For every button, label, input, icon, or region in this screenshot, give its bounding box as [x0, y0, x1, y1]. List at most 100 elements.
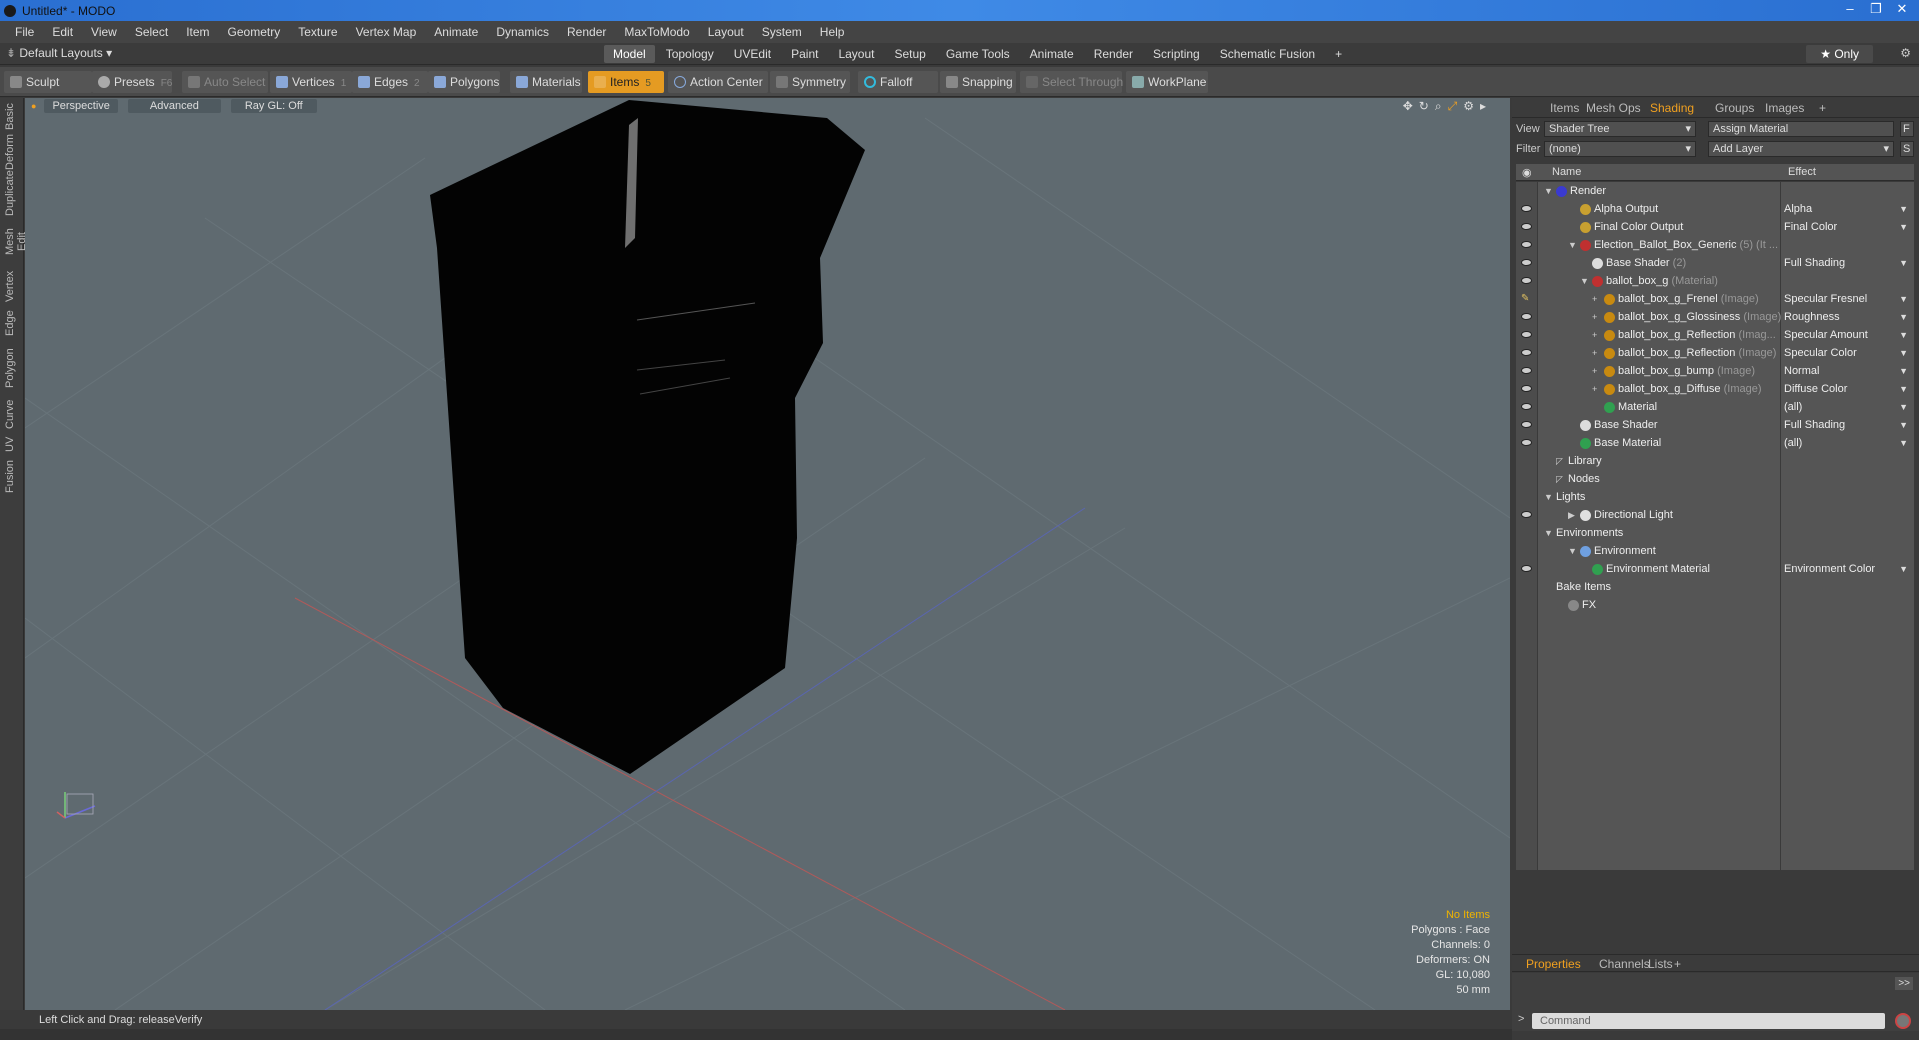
f-button[interactable]: F [1900, 121, 1914, 137]
menu-texture[interactable]: Texture [289, 25, 346, 39]
expand-toggle-icon[interactable]: ▼ [1544, 488, 1553, 506]
visibility-eye-icon[interactable] [1521, 223, 1532, 230]
effect-dropdown[interactable]: Full Shading ▼ [1784, 416, 1910, 434]
stop-icon[interactable] [1895, 1013, 1911, 1029]
tree-row[interactable]: + ballot_box_g_Reflection (Image) Specular… [1516, 344, 1914, 362]
left-tab-vertex[interactable]: Vertex [4, 268, 20, 304]
assign-material-field[interactable]: Assign Material [1708, 121, 1894, 137]
expand-toggle-icon[interactable]: ◸ [1556, 452, 1563, 470]
items-button[interactable]: Items 5 [588, 71, 664, 93]
expand-toggle-icon[interactable]: + [1592, 362, 1597, 380]
select-through-button[interactable]: Select Through [1020, 71, 1123, 93]
tree-row[interactable]: ◸ Nodes [1516, 470, 1914, 488]
visibility-eye-icon[interactable] [1521, 277, 1532, 284]
menu-render[interactable]: Render [558, 25, 615, 39]
visibility-eye-icon[interactable] [1521, 313, 1532, 320]
effect-dropdown[interactable]: Specular Fresnel ▼ [1784, 290, 1910, 308]
tree-row[interactable]: Final Color Output Final Color ▼ [1516, 218, 1914, 236]
left-tab-mesh-edit[interactable]: Mesh Edit [4, 218, 28, 266]
tab-add[interactable]: + [1326, 45, 1351, 63]
panel-tab-images[interactable]: Images [1765, 101, 1804, 115]
tree-row[interactable]: Base Material (all) ▼ [1516, 434, 1914, 452]
tree-row[interactable]: ✎ + ballot_box_g_Frenel (Image) Specular Fr… [1516, 290, 1914, 308]
menu-edit[interactable]: Edit [43, 25, 82, 39]
tree-row[interactable]: ▼ Environments [1516, 524, 1914, 542]
tree-row[interactable]: + ballot_box_g_Diffuse (Image) Diffuse Col… [1516, 380, 1914, 398]
left-tab-edge[interactable]: Edge [4, 306, 20, 340]
expand-toggle-icon[interactable]: ▼ [1580, 272, 1589, 290]
tree-row[interactable]: ▼ Render [1516, 182, 1914, 200]
layouts-dropdown[interactable]: ⇟ Default Layouts ▾ [6, 46, 112, 60]
menu-item[interactable]: Item [177, 25, 218, 39]
left-tab-duplicate[interactable]: Duplicate [4, 170, 20, 216]
panel-tab-add[interactable]: + [1819, 101, 1826, 115]
prop-tab-channels[interactable]: Channels [1599, 957, 1650, 971]
tree-row[interactable]: + ballot_box_g_Glossiness (Image) Roughnes… [1516, 308, 1914, 326]
left-tab-fusion[interactable]: Fusion [4, 456, 20, 496]
tree-row[interactable]: ▼ Lights [1516, 488, 1914, 506]
tab-schematic-fusion[interactable]: Schematic Fusion [1211, 45, 1324, 63]
materials-button[interactable]: Materials [510, 71, 582, 93]
tab-game-tools[interactable]: Game Tools [937, 45, 1019, 63]
perspective-button[interactable]: Perspective [44, 99, 118, 113]
tab-topology[interactable]: Topology [657, 45, 723, 63]
header-eye-icon[interactable]: ◉ [1522, 166, 1532, 179]
effect-dropdown[interactable]: Specular Amount ▼ [1784, 326, 1910, 344]
effect-dropdown[interactable]: Normal ▼ [1784, 362, 1910, 380]
tab-layout[interactable]: Layout [829, 45, 883, 63]
visibility-eye-icon[interactable] [1521, 565, 1532, 572]
tree-row[interactable]: ▶ Directional Light [1516, 506, 1914, 524]
zoom-view-icon[interactable]: ⌕ [1435, 99, 1448, 113]
expand-toggle-icon[interactable]: + [1592, 308, 1597, 326]
snapping-button[interactable]: Snapping [940, 71, 1016, 93]
viewport-settings-icon[interactable]: ⚙ [1463, 99, 1480, 113]
prop-tab-properties[interactable]: Properties [1526, 957, 1581, 971]
tree-row[interactable]: Base Shader Full Shading ▼ [1516, 416, 1914, 434]
presets-button[interactable]: Presets F6 [92, 71, 172, 93]
panel-tab-items[interactable]: Items [1550, 101, 1579, 115]
expand-toggle-icon[interactable]: ▼ [1544, 524, 1553, 542]
expand-toggle-icon[interactable]: ▼ [1544, 182, 1553, 200]
visibility-eye-icon[interactable] [1521, 205, 1532, 212]
auto-select-button[interactable]: Auto Select [182, 71, 268, 93]
expand-arrow-icon[interactable]: ▸ [1480, 99, 1492, 113]
menu-dynamics[interactable]: Dynamics [487, 25, 558, 39]
effect-column-header[interactable]: Effect [1788, 166, 1816, 178]
workplane-button[interactable]: WorkPlane [1126, 71, 1208, 93]
tree-row[interactable]: ▼ ballot_box_g (Material) [1516, 272, 1914, 290]
expand-toggle-icon[interactable]: + [1592, 380, 1597, 398]
menu-maxtomodo[interactable]: MaxToModo [615, 25, 698, 39]
ballot-box-mesh[interactable] [430, 100, 865, 774]
sculpt-button[interactable]: Sculpt [4, 71, 92, 93]
polygons-button[interactable]: Polygons [428, 71, 500, 93]
visibility-eye-icon[interactable] [1521, 367, 1532, 374]
tab-animate[interactable]: Animate [1021, 45, 1083, 63]
tab-model[interactable]: Model [604, 45, 655, 63]
menu-system[interactable]: System [753, 25, 811, 39]
tree-row[interactable]: Material (all) ▼ [1516, 398, 1914, 416]
effect-dropdown[interactable]: Roughness ▼ [1784, 308, 1910, 326]
rotate-view-icon[interactable]: ↻ [1419, 99, 1435, 113]
tree-row[interactable]: Base Shader (2) Full Shading ▼ [1516, 254, 1914, 272]
effect-dropdown[interactable]: Full Shading ▼ [1784, 254, 1910, 272]
panel-tab-groups[interactable]: Groups [1715, 101, 1754, 115]
add-layer-dropdown[interactable]: Add Layer ▾ [1708, 141, 1894, 157]
command-input[interactable]: Command [1532, 1013, 1885, 1029]
maximize-button[interactable]: ❐ [1863, 0, 1889, 18]
menu-layout[interactable]: Layout [699, 25, 753, 39]
symmetry-button[interactable]: Symmetry [770, 71, 850, 93]
expand-toggle-icon[interactable]: ◸ [1556, 470, 1563, 488]
3d-viewport[interactable]: ● Perspective Advanced Ray GL: Off ✥↻⌕⤢⚙… [25, 98, 1510, 1010]
tab-setup[interactable]: Setup [885, 45, 934, 63]
tab-uvedit[interactable]: UVEdit [725, 45, 780, 63]
tab-render[interactable]: Render [1085, 45, 1142, 63]
effect-dropdown[interactable]: (all) ▼ [1784, 434, 1910, 452]
visibility-eye-icon[interactable] [1521, 259, 1532, 266]
effect-dropdown[interactable]: Diffuse Color ▼ [1784, 380, 1910, 398]
advanced-button[interactable]: Advanced [127, 99, 221, 113]
expand-button[interactable]: >> [1895, 977, 1913, 990]
effect-dropdown[interactable]: Alpha ▼ [1784, 200, 1910, 218]
menu-help[interactable]: Help [811, 25, 854, 39]
expand-toggle-icon[interactable]: ▶ [1568, 506, 1575, 524]
tree-row[interactable]: ▼ Environment [1516, 542, 1914, 560]
